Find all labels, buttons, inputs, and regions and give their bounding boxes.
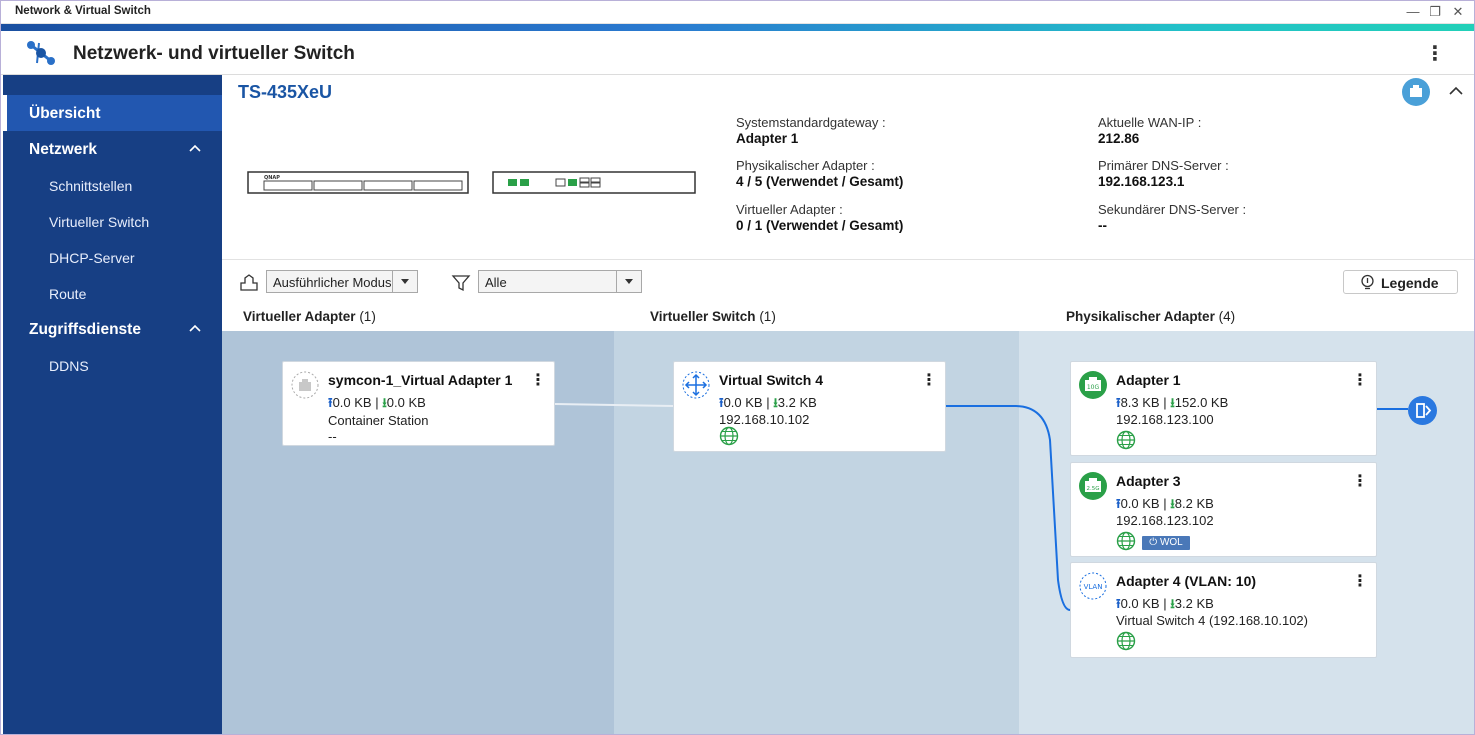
chevron-down-icon	[392, 271, 417, 292]
card-menu-button[interactable]: ⋮	[1352, 471, 1368, 493]
panel-divider	[222, 259, 1475, 260]
close-button[interactable]: ✕	[1447, 2, 1469, 22]
globe-icon	[1116, 531, 1136, 551]
card-title: Virtual Switch 4	[719, 372, 823, 388]
app-title: Netzwerk- und virtueller Switch	[73, 43, 355, 64]
legend-button[interactable]: Legende	[1343, 270, 1458, 294]
view-mode-select[interactable]: Ausführlicher Modus	[266, 270, 418, 293]
maximize-button[interactable]: ❐	[1424, 2, 1446, 22]
app-header: Netzwerk- und virtueller Switch ⋮	[0, 31, 1475, 75]
adapter-4-card[interactable]: VLAN Adapter 4 (VLAN: 10) ⋮ ⭱0.0 KB | ⭳3…	[1070, 562, 1377, 658]
device-name: TS-435XeU	[238, 82, 333, 102]
chevron-up-icon	[189, 324, 201, 332]
card-menu-button[interactable]: ⋮	[921, 370, 937, 392]
sidebar-group-network[interactable]: Netzwerk	[3, 131, 222, 167]
gateway-label: Systemstandardgateway :	[736, 115, 886, 130]
sidebar-item-label: Übersicht	[29, 105, 101, 122]
container-adapter-icon	[291, 371, 319, 399]
wol-badge: ⏻ WOL	[1142, 536, 1190, 550]
sidebar-item-ddns[interactable]: DDNS	[3, 347, 222, 383]
port-speed-label: 2.5G	[1086, 486, 1099, 492]
nas-status-icon[interactable]	[1402, 78, 1430, 106]
card-title: Adapter 1	[1116, 372, 1181, 388]
physical-adapter-value: 4 / 5 (Verwendet / Gesamt)	[736, 174, 904, 189]
network-switch-logo-icon	[27, 41, 55, 65]
info-bulb-icon	[1361, 274, 1374, 290]
sidebar-group-access-services[interactable]: Zugriffsdienste	[3, 311, 222, 347]
physical-adapter-label: Physikalischer Adapter :	[736, 158, 875, 173]
card-title: symcon-1_Virtual Adapter 1	[328, 372, 513, 388]
vlan-label: VLAN	[1084, 583, 1103, 591]
accent-bar	[0, 24, 1475, 31]
sidebar-item-interfaces[interactable]: Schnittstellen	[3, 167, 222, 203]
sidebar-item-label: Schnittstellen	[49, 178, 133, 194]
virtual-adapter-value: 0 / 1 (Verwendet / Gesamt)	[736, 218, 904, 233]
nas-front-panel-illustration: QNAP	[247, 171, 696, 194]
port-speed-label: 10G	[1087, 384, 1100, 391]
card-subtitle: Virtual Switch 4 (192.168.10.102)	[1116, 613, 1308, 628]
window-titlebar: Network & Virtual Switch — ❐ ✕	[0, 0, 1475, 24]
sidebar: Übersicht Netzwerk Schnittstellen Virtue…	[3, 75, 222, 735]
sidebar-item-route[interactable]: Route	[3, 275, 222, 311]
sidebar-item-label: Virtueller Switch	[49, 214, 150, 230]
globe-icon	[719, 426, 739, 446]
filter-icon[interactable]	[450, 272, 472, 294]
column-header-physical-adapter: Physikalischer Adapter (4)	[1066, 309, 1236, 324]
adapter-2.5g-icon: 2.5G	[1079, 472, 1107, 500]
chevron-up-icon	[189, 144, 201, 152]
minimize-button[interactable]: —	[1402, 2, 1424, 22]
card-ip-address: 192.168.10.102	[719, 412, 810, 427]
wan-ip-label: Aktuelle WAN-IP :	[1098, 115, 1202, 130]
adapter-3-card[interactable]: 2.5G Adapter 3 ⋮ ⭱0.0 KB | ⭳8.2 KB 192.1…	[1070, 462, 1377, 557]
card-menu-button[interactable]: ⋮	[1352, 571, 1368, 593]
column-header-virtual-adapter: Virtueller Adapter (1)	[243, 309, 376, 324]
sidebar-item-label: DHCP-Server	[49, 250, 135, 266]
card-subtitle: Container Station	[328, 413, 429, 428]
vlan-icon: VLAN	[1079, 572, 1107, 600]
nas-brand-mark: QNAP	[264, 175, 280, 181]
card-menu-button[interactable]: ⋮	[1352, 370, 1368, 392]
switch-icon	[682, 371, 710, 399]
wan-ip-value: 212.86	[1098, 131, 1140, 146]
app-menu-button[interactable]: ⋮	[1424, 41, 1446, 67]
filter-value: Alle	[485, 275, 507, 290]
card-detail: --	[328, 429, 337, 444]
secondary-dns-value: --	[1098, 218, 1107, 233]
gateway-value: Adapter 1	[736, 131, 799, 146]
sidebar-item-label: Zugriffsdienste	[29, 321, 141, 338]
card-title: Adapter 3	[1116, 473, 1181, 489]
card-ip-address: 192.168.123.100	[1116, 412, 1214, 427]
view-mode-icon[interactable]	[238, 272, 260, 294]
filter-select[interactable]: Alle	[478, 270, 642, 293]
sidebar-item-label: DDNS	[49, 358, 89, 374]
adapter-10g-icon: 10G	[1079, 371, 1107, 399]
external-network-icon[interactable]	[1408, 396, 1437, 425]
primary-dns-value: 192.168.123.1	[1098, 174, 1185, 189]
chevron-down-icon	[616, 271, 641, 292]
secondary-dns-label: Sekundärer DNS-Server :	[1098, 202, 1247, 217]
window-title: Network & Virtual Switch	[15, 5, 151, 17]
sidebar-item-overview[interactable]: Übersicht	[3, 95, 222, 131]
view-mode-value: Ausführlicher Modus	[273, 275, 392, 290]
globe-icon	[1116, 631, 1136, 651]
virtual-switch-card[interactable]: Virtual Switch 4 ⋮ ⭱0.0 KB | ⭳3.2 KB 192…	[673, 361, 946, 452]
virtual-adapter-label: Virtueller Adapter :	[736, 202, 843, 217]
primary-dns-label: Primärer DNS-Server :	[1098, 158, 1229, 173]
card-ip-address: 192.168.123.102	[1116, 513, 1214, 528]
virtual-adapter-card[interactable]: symcon-1_Virtual Adapter 1 ⋮ ⭱0.0 KB | ⭳…	[282, 361, 555, 446]
globe-icon	[1116, 430, 1136, 450]
column-header-virtual-switch: Virtueller Switch (1)	[650, 309, 776, 324]
collapse-panel-icon[interactable]	[1446, 83, 1466, 99]
card-title: Adapter 4 (VLAN: 10)	[1116, 573, 1257, 589]
sidebar-item-virtual-switch[interactable]: Virtueller Switch	[3, 203, 222, 239]
sidebar-item-dhcp-server[interactable]: DHCP-Server	[3, 239, 222, 275]
sidebar-item-label: Netzwerk	[29, 141, 98, 158]
sidebar-item-label: Route	[49, 286, 87, 302]
card-menu-button[interactable]: ⋮	[530, 370, 546, 392]
adapter-1-card[interactable]: 10G Adapter 1 ⋮ ⭱8.3 KB | ⭳152.0 KB 192.…	[1070, 361, 1377, 456]
legend-label: Legende	[1381, 275, 1439, 291]
